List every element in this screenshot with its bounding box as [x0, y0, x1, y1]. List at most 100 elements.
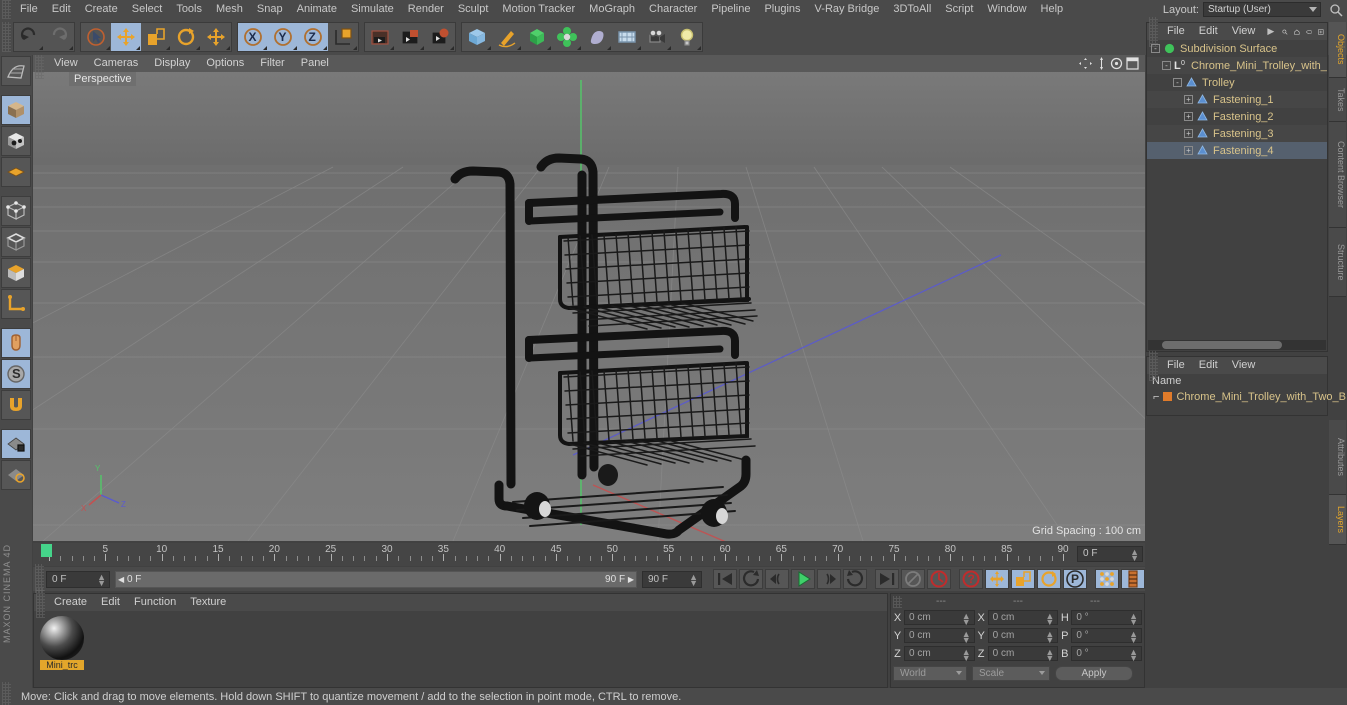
expand-toggle-icon[interactable]: +: [1184, 112, 1193, 121]
tab-layers[interactable]: Layers: [1329, 495, 1346, 545]
menu-item-script[interactable]: Script: [938, 0, 980, 19]
light-button[interactable]: [672, 23, 702, 51]
point-mode-button[interactable]: [1, 196, 31, 226]
viewport-menu-view[interactable]: View: [46, 55, 86, 72]
spinner-icon[interactable]: ▲ ▼: [962, 648, 971, 663]
perspective-viewport[interactable]: Y Z X View Cameras Display Options Filter Pan…: [33, 55, 1145, 541]
spinner-icon[interactable]: ▲ ▼: [1130, 548, 1139, 563]
spinner-icon[interactable]: ▲ ▼: [962, 630, 971, 645]
record-pla-button[interactable]: [1095, 569, 1119, 589]
end-frame-field[interactable]: 90 F ▲ ▼: [642, 570, 702, 588]
menu-item-character[interactable]: Character: [642, 0, 704, 19]
material-menu-texture[interactable]: Texture: [183, 594, 233, 611]
eye-icon[interactable]: [1305, 26, 1313, 38]
menu-item-animate[interactable]: Animate: [290, 0, 344, 19]
menu-item-sculpt[interactable]: Sculpt: [451, 0, 496, 19]
menu-item-v-ray-bridge[interactable]: V-Ray Bridge: [808, 0, 887, 19]
object-menu-file[interactable]: File: [1160, 23, 1192, 40]
environment-button[interactable]: [612, 23, 642, 51]
timeline-button[interactable]: [1121, 569, 1145, 589]
workplane-button[interactable]: [1, 460, 31, 490]
expand-toggle-icon[interactable]: -: [1173, 78, 1182, 87]
object-row-fastening-1[interactable]: + Fastening_1: [1147, 91, 1327, 108]
material-menu-function[interactable]: Function: [127, 594, 183, 611]
expand-toggle-icon[interactable]: -: [1162, 61, 1171, 70]
spinner-icon[interactable]: ▲ ▼: [1045, 630, 1054, 645]
keyframe-selection-button[interactable]: ?: [959, 569, 983, 589]
object-row-fastening-2[interactable]: + Fastening_2: [1147, 108, 1327, 125]
play-button[interactable]: [791, 569, 815, 589]
viewport-menu-panel[interactable]: Panel: [293, 55, 337, 72]
search-icon[interactable]: [1282, 26, 1288, 38]
render-settings-button[interactable]: [425, 23, 455, 51]
object-menu-view[interactable]: View: [1225, 23, 1263, 40]
edge-mode-button[interactable]: [1, 227, 31, 257]
object-row-fastening-4[interactable]: + Fastening_4: [1147, 142, 1327, 159]
size-field-z[interactable]: 0 cm ▲ ▼: [987, 646, 1059, 663]
spinner-icon[interactable]: ▲ ▼: [1045, 612, 1054, 627]
mograph-button[interactable]: [552, 23, 582, 51]
timeline-frame-field[interactable]: 0 F ▲ ▼: [1077, 546, 1143, 563]
apply-button[interactable]: Apply: [1055, 666, 1133, 681]
tab-structure[interactable]: Structure: [1329, 228, 1346, 297]
record-param-button[interactable]: P: [1063, 569, 1087, 589]
layer-row[interactable]: ⌐ Chrome_Mini_Trolley_with_Two_B: [1147, 388, 1346, 405]
menu-item-help[interactable]: Help: [1034, 0, 1071, 19]
lock-workplane-button[interactable]: [1, 429, 31, 459]
spinner-icon[interactable]: ▲ ▼: [1045, 648, 1054, 663]
object-row-subdivision-surface[interactable]: - Subdivision Surface: [1147, 40, 1327, 57]
viewport-menu-display[interactable]: Display: [146, 55, 198, 72]
rotation-field-b[interactable]: 0 ° ▲ ▼: [1071, 646, 1143, 663]
timeline-ruler[interactable]: 051015202530354045505560657075808590 0 F…: [33, 543, 1145, 566]
pan-icon[interactable]: [1078, 57, 1093, 70]
layer-menu-edit[interactable]: Edit: [1192, 357, 1225, 374]
menu-item-mograph[interactable]: MoGraph: [582, 0, 642, 19]
status-grip[interactable]: [2, 681, 11, 705]
menu-item-plugins[interactable]: Plugins: [757, 0, 807, 19]
previous-key-button[interactable]: [739, 569, 763, 589]
expand-toggle-icon[interactable]: +: [1184, 95, 1193, 104]
record-rotation-button[interactable]: [1037, 569, 1061, 589]
menu-item-pipeline[interactable]: Pipeline: [704, 0, 757, 19]
texture-mode-button[interactable]: [1, 126, 31, 156]
coordinate-system-dropdown[interactable]: World: [893, 666, 967, 681]
layer-list[interactable]: ⌐ Chrome_Mini_Trolley_with_Two_B: [1147, 388, 1346, 405]
menu-item-mesh[interactable]: Mesh: [209, 0, 250, 19]
position-field-y[interactable]: 0 cm ▲ ▼: [904, 628, 975, 645]
spinner-icon[interactable]: ▲ ▼: [97, 572, 106, 587]
expand-toggle-icon[interactable]: -: [1151, 44, 1160, 53]
tab-content-browser[interactable]: Content Browser: [1329, 121, 1346, 229]
viewport-menu-filter[interactable]: Filter: [252, 55, 292, 72]
timeline-range-slider[interactable]: ◀ 0 F 90 F ▶: [115, 570, 637, 588]
viewport-menu-cameras[interactable]: Cameras: [86, 55, 147, 72]
axis-mode-button[interactable]: [1, 289, 31, 319]
magnet-button[interactable]: [1, 390, 31, 420]
rotation-field-p[interactable]: 0 ° ▲ ▼: [1071, 628, 1143, 645]
move-button[interactable]: [111, 23, 141, 51]
size-field-y[interactable]: 0 cm ▲ ▼: [987, 628, 1059, 645]
spline-pen-button[interactable]: [492, 23, 522, 51]
spinner-icon[interactable]: ▲ ▼: [962, 612, 971, 627]
object-manager-hscrollbar[interactable]: [1148, 340, 1326, 350]
enable-axis-button[interactable]: S: [1, 359, 31, 389]
polygon-mode-button[interactable]: [1, 258, 31, 288]
menu-item-window[interactable]: Window: [980, 0, 1033, 19]
expand-toggle-icon[interactable]: +: [1184, 129, 1193, 138]
dolly-icon[interactable]: [1096, 57, 1107, 70]
size-field-x[interactable]: 0 cm ▲ ▼: [987, 610, 1059, 627]
scale-button[interactable]: [141, 23, 171, 51]
record-position-button[interactable]: [985, 569, 1009, 589]
deformer-button[interactable]: [582, 23, 612, 51]
render-view-button[interactable]: [365, 23, 395, 51]
tab-objects[interactable]: Objects: [1329, 22, 1346, 79]
camera-button[interactable]: [642, 23, 672, 51]
material-chip[interactable]: Mini_trc: [40, 616, 84, 670]
maximize-icon[interactable]: [1126, 57, 1139, 70]
search-icon[interactable]: [1329, 3, 1343, 17]
menu-item-3dtoall[interactable]: 3DToAll: [886, 0, 938, 19]
material-menu-edit[interactable]: Edit: [94, 594, 127, 611]
material-menu-create[interactable]: Create: [47, 594, 94, 611]
autokey-button[interactable]: [927, 569, 951, 589]
rotate-button[interactable]: [171, 23, 201, 51]
viewport-menu-options[interactable]: Options: [198, 55, 252, 72]
